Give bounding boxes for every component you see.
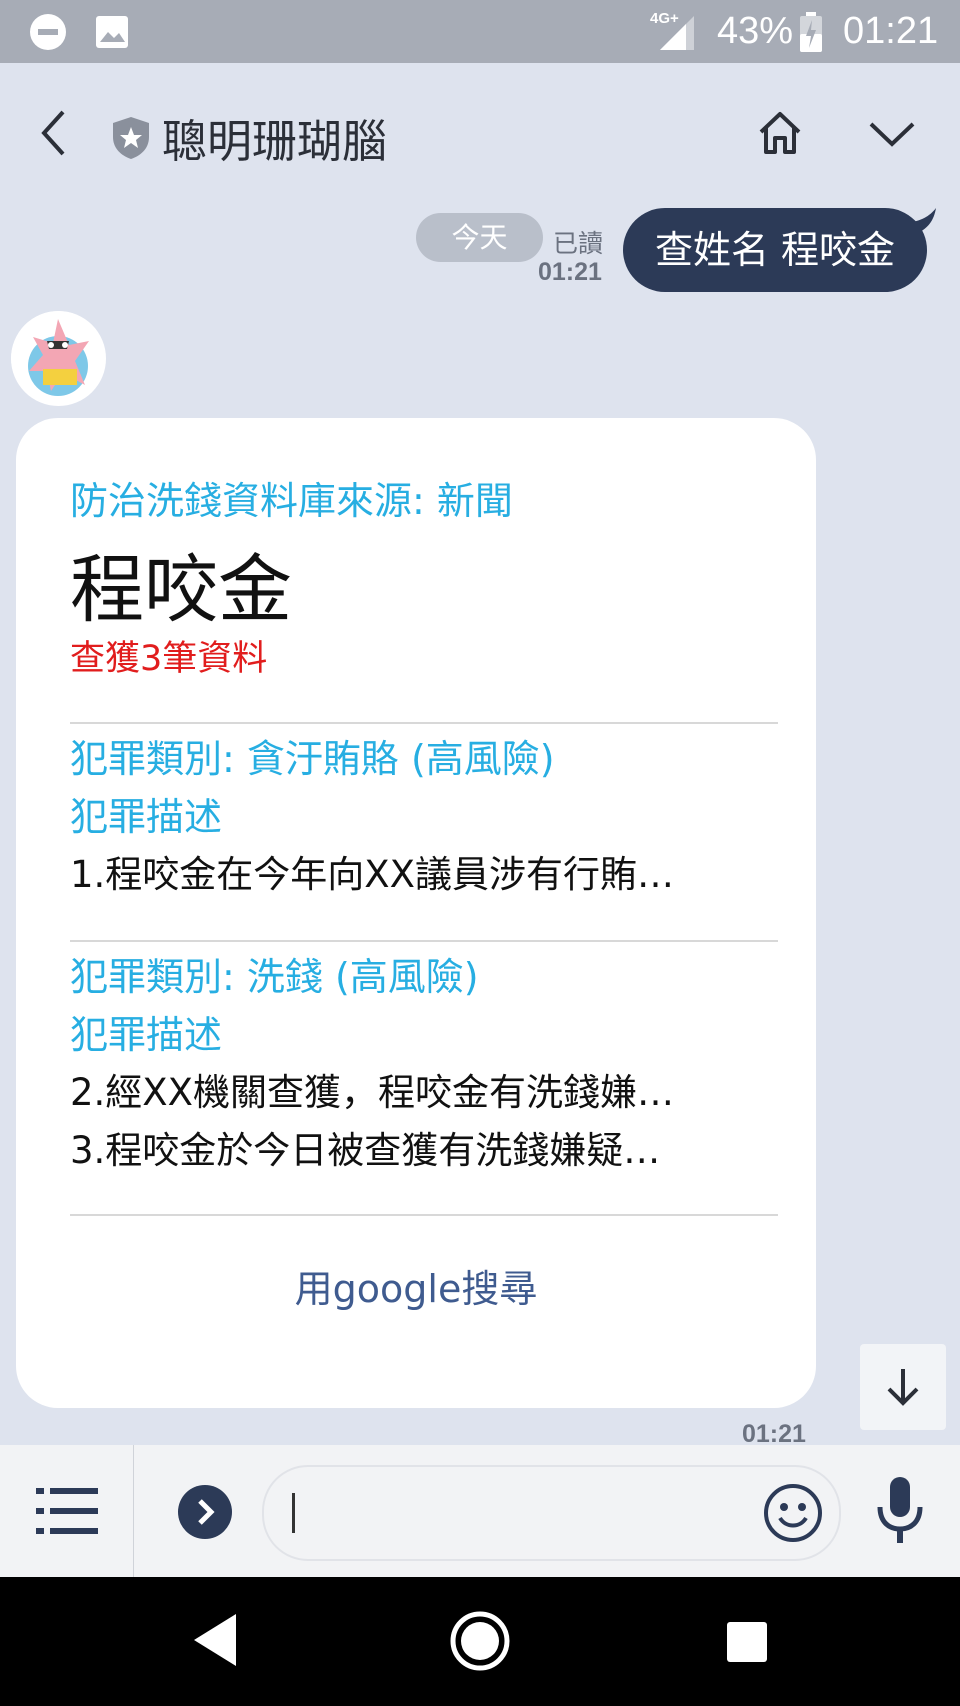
status-bar: 4G+ 43% 01:21 xyxy=(0,0,960,63)
crime-category: 犯罪類別: 洗錢 (高風險) xyxy=(70,955,479,999)
starfish-avatar-icon xyxy=(11,311,105,405)
data-source-label: 防治洗錢資料庫來源: 新聞 xyxy=(70,479,513,523)
signal-icon: 4G+ xyxy=(650,10,696,52)
triangle-back-icon xyxy=(194,1614,236,1666)
clock: 01:21 xyxy=(843,10,939,52)
voice-input-button[interactable] xyxy=(872,1475,928,1547)
battery-percent: 43% xyxy=(717,10,794,52)
emoji-button[interactable] xyxy=(762,1482,824,1544)
divider xyxy=(70,722,778,724)
scroll-to-bottom-button[interactable] xyxy=(860,1344,946,1430)
user-message-bubble[interactable]: 查姓名 程咬金 xyxy=(623,208,943,292)
back-button[interactable] xyxy=(28,103,78,163)
crime-description-heading: 犯罪描述 xyxy=(70,1013,223,1057)
circle-home-icon xyxy=(450,1611,510,1671)
image-icon xyxy=(92,12,132,52)
chevron-left-icon xyxy=(41,110,65,156)
result-count: 查獲3筆資料 xyxy=(70,639,268,679)
chat-header: 聰明珊瑚腦 xyxy=(0,63,960,209)
page-title: 聰明珊瑚腦 xyxy=(162,115,388,168)
google-search-button[interactable]: 用google搜尋 xyxy=(16,1258,816,1313)
system-nav-bar xyxy=(0,1577,960,1706)
crime-description-heading: 犯罪描述 xyxy=(70,795,223,839)
official-shield-icon xyxy=(110,115,152,165)
divider xyxy=(70,1214,778,1216)
crime-description-line: 3.程咬金於今日被查獲有洗錢嫌疑… xyxy=(70,1129,661,1172)
message-input[interactable] xyxy=(262,1465,841,1561)
search-result-card: 防治洗錢資料庫來源: 新聞 程咬金 查獲3筆資料 犯罪類別: 貪汙賄賂 (高風險… xyxy=(16,418,816,1408)
do-not-disturb-icon xyxy=(28,12,68,52)
smiley-icon xyxy=(764,1484,822,1542)
crime-category: 犯罪類別: 貪汙賄賂 (高風險) xyxy=(70,737,555,781)
user-message-time: 01:21 xyxy=(538,258,602,286)
bot-avatar[interactable] xyxy=(11,311,106,406)
expand-toolbar-button[interactable] xyxy=(177,1484,233,1540)
home-button[interactable] xyxy=(750,103,810,163)
crime-description-line: 2.經XX機關查獲，程咬金有洗錢嫌… xyxy=(70,1071,674,1114)
nav-home-button[interactable] xyxy=(450,1611,510,1675)
text-caret xyxy=(292,1493,295,1533)
nav-back-button[interactable] xyxy=(190,1612,240,1672)
chevron-right-circle-icon xyxy=(178,1485,232,1539)
queried-name: 程咬金 xyxy=(70,547,292,633)
home-icon xyxy=(759,112,801,154)
battery-icon xyxy=(798,12,824,58)
nav-recents-button[interactable] xyxy=(726,1621,768,1667)
user-message-text: 查姓名 程咬金 xyxy=(623,208,927,292)
rich-menu-button[interactable] xyxy=(0,1445,134,1577)
arrow-down-icon xyxy=(887,1369,919,1406)
expand-menu-button[interactable] xyxy=(862,103,922,163)
crime-description-line: 1.程咬金在今年向XX議員涉有行賄… xyxy=(70,853,674,896)
divider xyxy=(70,940,778,942)
read-receipt: 已讀 xyxy=(553,229,604,258)
microphone-icon xyxy=(877,1477,923,1543)
chevron-down-icon xyxy=(869,122,915,147)
date-divider: 今天 xyxy=(416,213,543,262)
square-recents-icon xyxy=(727,1622,767,1662)
list-menu-icon xyxy=(36,1488,98,1534)
message-input-bar xyxy=(0,1445,960,1577)
